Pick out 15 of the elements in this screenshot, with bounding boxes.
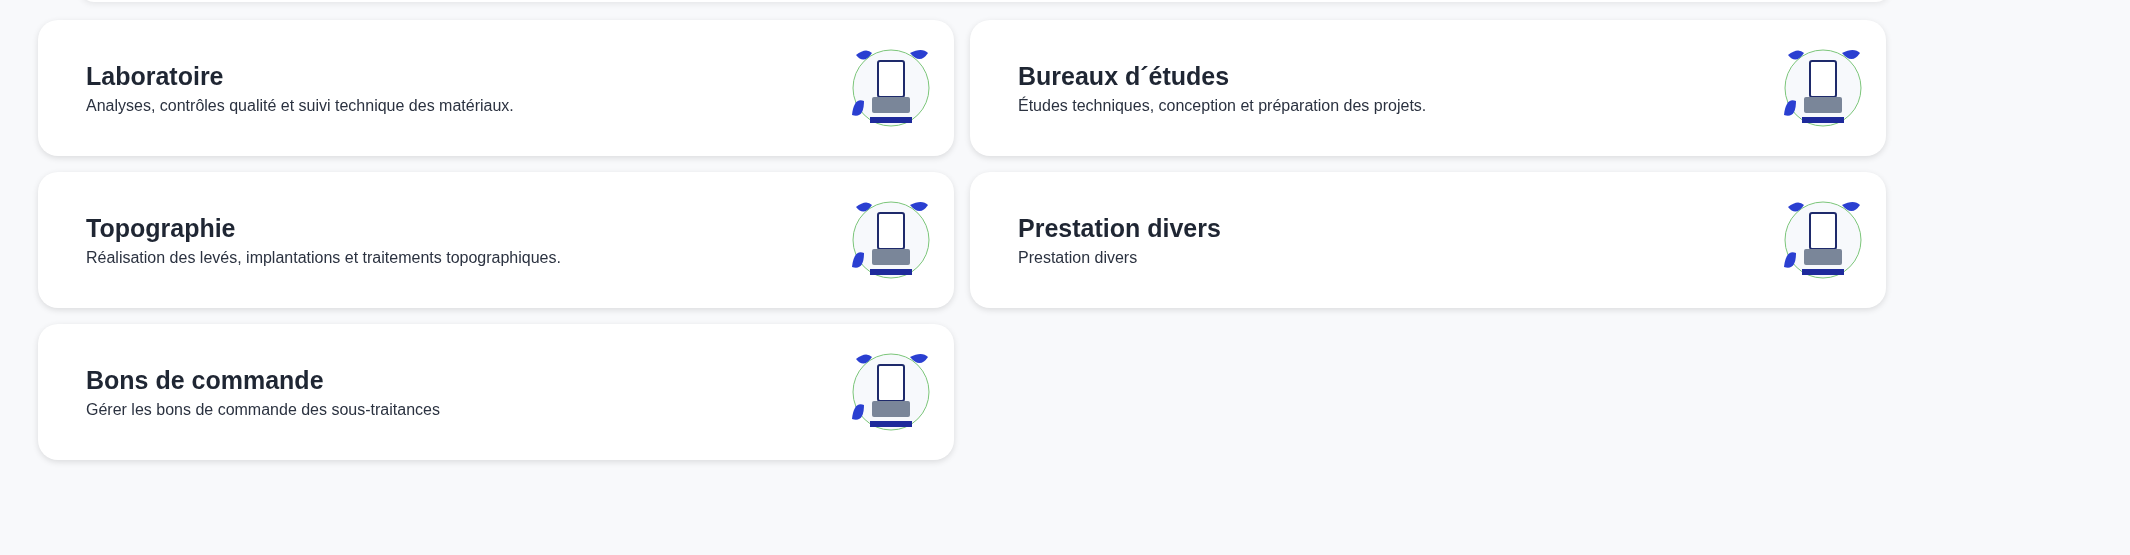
card-description: Analyses, contrôles qualité et suivi technique des matériaux.: [86, 96, 514, 115]
card-description: Prestation divers: [1018, 248, 1139, 267]
card-description: Réalisation des levés, implantations et traitements topographiques.: [86, 248, 561, 267]
card-title: Bons de commande: [86, 365, 325, 395]
card-title: Prestation divers: [1018, 213, 1221, 243]
card-description: Gérer les bons de commande des sous-traitances: [86, 400, 440, 419]
card-description: Études techniques, conception et préparation des projets.: [1018, 96, 1427, 115]
module-card[interactable]: Laboratoire Analyses, contrôles qualité et suivi technique des matériaux.: [38, 20, 954, 156]
card-title: Bureaux d´études: [1018, 61, 1231, 91]
card-title: Laboratoire: [86, 61, 225, 91]
module-card[interactable]: Prestation divers Prestation divers: [970, 172, 1886, 308]
module-card[interactable]: Bureaux d´études Études techniques, conception et préparation des projets.: [970, 20, 1886, 156]
card-title: Topographie: [86, 213, 237, 243]
module-card[interactable]: Topographie Réalisation des levés, implantations et traitements topographiques.: [38, 172, 954, 308]
module-card[interactable]: Bons de commande Gérer les bons de commande des sous-traitances: [38, 324, 954, 460]
